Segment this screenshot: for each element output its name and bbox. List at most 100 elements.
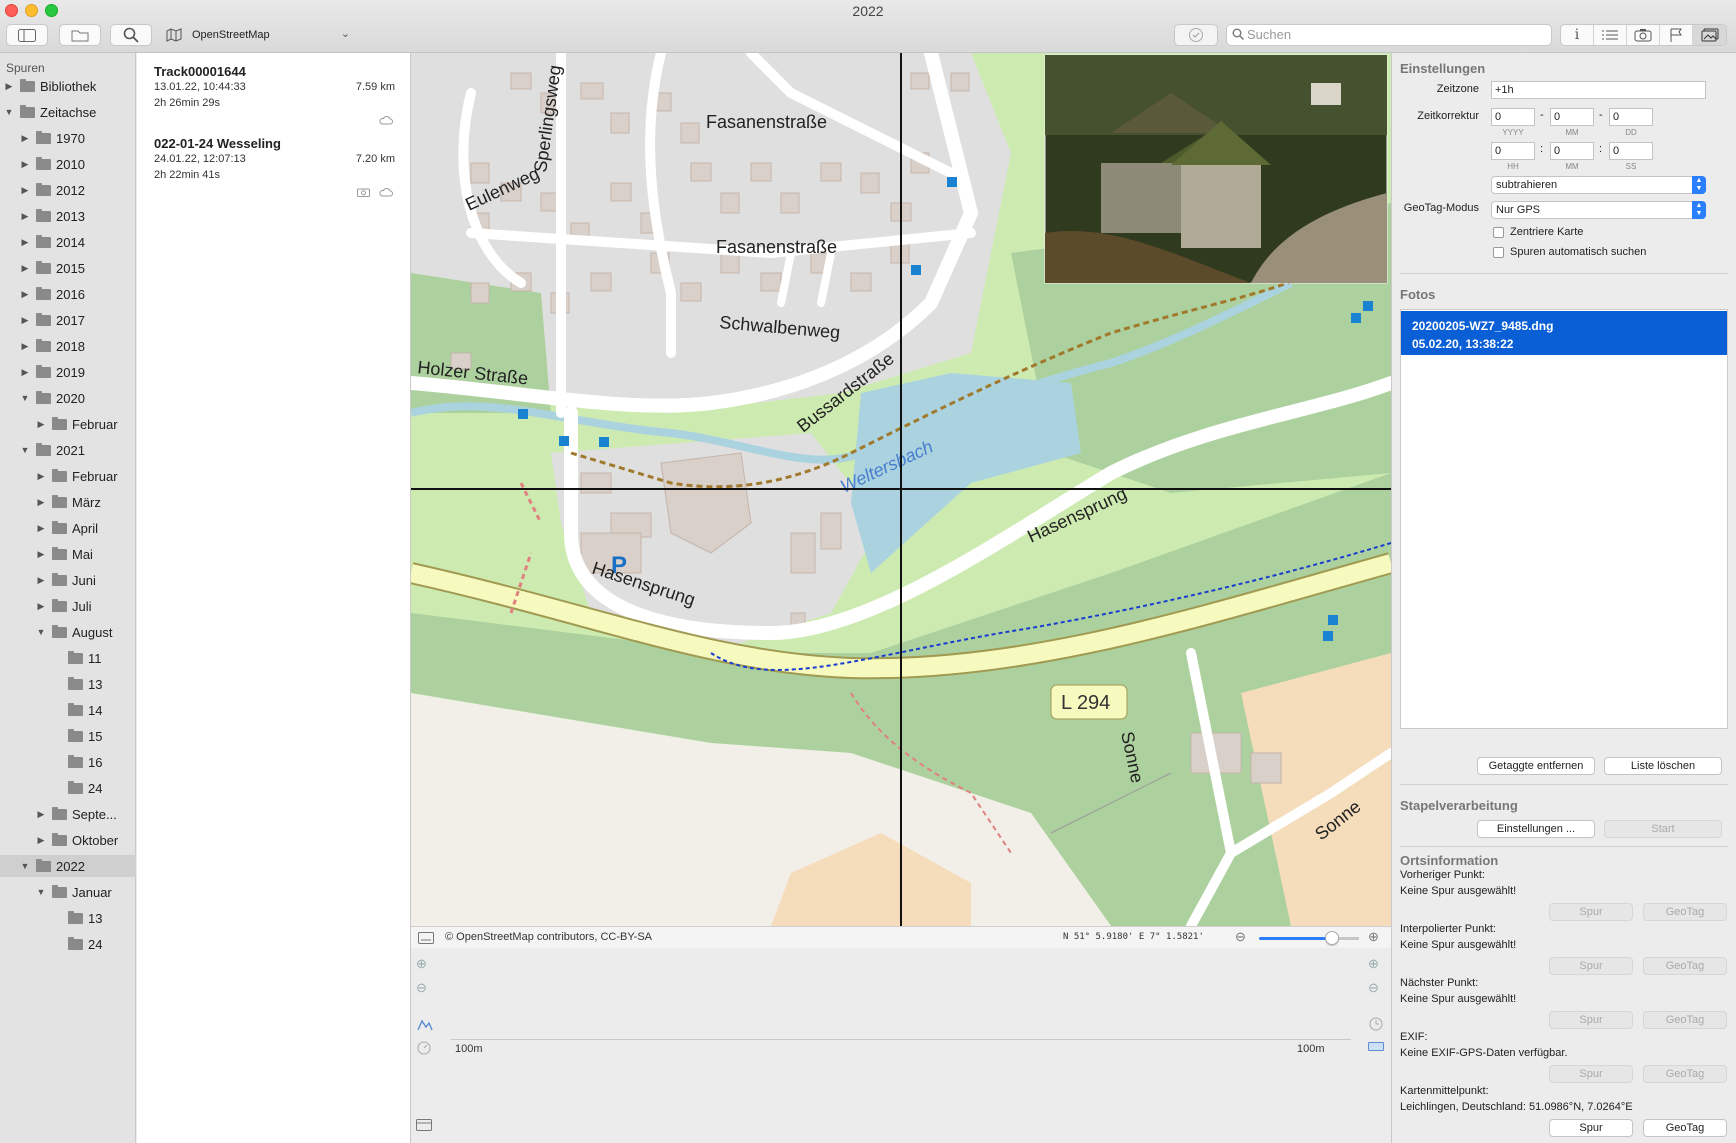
disclosure-closed-icon[interactable]: ▶ xyxy=(4,81,14,92)
sidebar-item[interactable]: ▶ Bibliothek xyxy=(0,75,136,97)
camera-button[interactable] xyxy=(1627,25,1660,45)
track-item[interactable]: 022-01-24 Wesseling 24.01.22, 12:07:13 2… xyxy=(137,133,411,199)
sidebar-item[interactable]: 13 xyxy=(0,673,136,695)
auto-search-checkbox[interactable]: Spuren automatisch suchen xyxy=(1493,246,1646,258)
sidebar-item[interactable]: ▶ April xyxy=(0,517,136,539)
center-map-checkbox[interactable]: Zentriere Karte xyxy=(1493,226,1583,238)
disclosure-open-icon[interactable]: ▼ xyxy=(20,861,30,871)
disclosure-open-icon[interactable]: ▼ xyxy=(4,107,14,117)
batch-start-button[interactable]: Start xyxy=(1604,820,1722,838)
photo-view-button[interactable] xyxy=(1693,25,1726,45)
geotag-button[interactable]: GeoTag xyxy=(1643,1065,1727,1083)
info-button[interactable]: i xyxy=(1561,25,1594,45)
sidebar-item[interactable]: ▶ Juni xyxy=(0,569,136,591)
map-view[interactable]: P Fasanenstraße Fasanenstraße Sperlingsw… xyxy=(411,53,1391,926)
disclosure-closed-icon[interactable]: ▶ xyxy=(36,523,46,534)
sidebar-item[interactable]: ▶ 2017 xyxy=(0,309,136,331)
track-button[interactable]: Spur xyxy=(1549,903,1633,921)
search-button[interactable] xyxy=(110,24,152,46)
sidebar-item[interactable]: 24 xyxy=(0,933,136,955)
disclosure-closed-icon[interactable]: ▶ xyxy=(20,185,30,196)
zoom-out-icon[interactable]: ⊖ xyxy=(1235,929,1246,945)
geotag-mode-select[interactable]: Nur GPS ▲ ▼ xyxy=(1491,201,1706,219)
remove-tagged-button[interactable]: Getaggte entfernen xyxy=(1477,757,1595,775)
sidebar-item[interactable]: ▶ 2016 xyxy=(0,283,136,305)
track-button[interactable]: Spur xyxy=(1549,1011,1633,1029)
geotag-button[interactable]: GeoTag xyxy=(1643,1119,1727,1137)
sidebar-item[interactable]: ▶ Juli xyxy=(0,595,136,617)
disclosure-closed-icon[interactable]: ▶ xyxy=(20,237,30,248)
zoom-in-icon[interactable]: ⊕ xyxy=(416,956,427,972)
day-field[interactable]: 0 xyxy=(1609,108,1653,126)
geotag-button[interactable]: GeoTag xyxy=(1643,957,1727,975)
map-source-select[interactable]: OpenStreetMap ⌄ xyxy=(162,24,358,46)
disclosure-closed-icon[interactable]: ▶ xyxy=(36,601,46,612)
sidebar-item[interactable]: ▶ 2010 xyxy=(0,153,136,175)
disclosure-closed-icon[interactable]: ▶ xyxy=(36,497,46,508)
sidebar-item[interactable]: ▼ 2022 xyxy=(0,855,136,877)
speed-icon[interactable] xyxy=(417,1041,431,1055)
track-button[interactable]: Spur xyxy=(1549,1065,1633,1083)
disclosure-closed-icon[interactable]: ▶ xyxy=(20,263,30,274)
geotag-button[interactable]: GeoTag xyxy=(1643,1011,1727,1029)
sidebar-item[interactable]: ▶ Mai xyxy=(0,543,136,565)
photo-list[interactable]: 20200205-WZ7_9485.dng 05.02.20, 13:38:22 xyxy=(1400,309,1728,729)
minute-field[interactable]: 0 xyxy=(1550,142,1594,160)
sidebar-item[interactable]: ▶ 2013 xyxy=(0,205,136,227)
disclosure-closed-icon[interactable]: ▶ xyxy=(20,211,30,222)
track-button[interactable]: Spur xyxy=(1549,1119,1633,1137)
sidebar-item[interactable]: ▶ Februar xyxy=(0,413,136,435)
sidebar-item[interactable]: 13 xyxy=(0,907,136,929)
hour-field[interactable]: 0 xyxy=(1491,142,1535,160)
panel-icon[interactable] xyxy=(416,1119,432,1131)
photo-list-item[interactable]: 20200205-WZ7_9485.dng 05.02.20, 13:38:22 xyxy=(1401,311,1727,355)
disclosure-closed-icon[interactable]: ▶ xyxy=(36,809,46,820)
open-folder-button[interactable] xyxy=(59,24,101,46)
sidebar-item[interactable]: ▶ März xyxy=(0,491,136,513)
disclosure-closed-icon[interactable]: ▶ xyxy=(36,549,46,560)
year-field[interactable]: 0 xyxy=(1491,108,1535,126)
operation-select[interactable]: subtrahieren ▲ ▼ xyxy=(1491,176,1706,194)
list-button[interactable] xyxy=(1594,25,1627,45)
zoom-in-icon[interactable]: ⊕ xyxy=(1368,956,1379,972)
disclosure-closed-icon[interactable]: ▶ xyxy=(36,575,46,586)
sidebar-item[interactable]: 14 xyxy=(0,699,136,721)
sidebar-item[interactable]: ▶ 2018 xyxy=(0,335,136,357)
disclosure-closed-icon[interactable]: ▶ xyxy=(36,419,46,430)
flag-button[interactable] xyxy=(1660,25,1693,45)
ruler-icon[interactable] xyxy=(1368,1042,1384,1052)
zoom-out-icon[interactable]: ⊖ xyxy=(1368,980,1379,996)
disclosure-closed-icon[interactable]: ▶ xyxy=(20,341,30,352)
search-input[interactable]: Suchen xyxy=(1226,24,1552,46)
sidebar-item[interactable]: 16 xyxy=(0,751,136,773)
sidebar-item[interactable]: ▶ Septe... xyxy=(0,803,136,825)
sidebar-item[interactable]: ▶ Februar xyxy=(0,465,136,487)
photo-preview[interactable] xyxy=(1044,54,1388,284)
sidebar-item[interactable]: ▶ 1970 xyxy=(0,127,136,149)
disclosure-closed-icon[interactable]: ▶ xyxy=(20,159,30,170)
geotag-action-button[interactable] xyxy=(1174,24,1218,46)
sidebar-item[interactable]: ▶ Oktober xyxy=(0,829,136,851)
layers-icon[interactable] xyxy=(418,932,434,944)
disclosure-open-icon[interactable]: ▼ xyxy=(36,887,46,897)
sidebar-item[interactable]: ▼ 2021 xyxy=(0,439,136,461)
disclosure-closed-icon[interactable]: ▶ xyxy=(20,133,30,144)
sidebar-item[interactable]: ▼ Zeitachse xyxy=(0,101,136,123)
track-item[interactable]: Track00001644 13.01.22, 10:44:33 2h 26mi… xyxy=(137,61,411,127)
disclosure-closed-icon[interactable]: ▶ xyxy=(20,367,30,378)
disclosure-closed-icon[interactable]: ▶ xyxy=(36,471,46,482)
disclosure-open-icon[interactable]: ▼ xyxy=(20,393,30,403)
sidebar-toggle-button[interactable] xyxy=(6,24,48,46)
disclosure-closed-icon[interactable]: ▶ xyxy=(20,315,30,326)
zoom-slider-knob[interactable] xyxy=(1325,931,1339,945)
clear-list-button[interactable]: Liste löschen xyxy=(1604,757,1722,775)
timezone-field[interactable]: +1h xyxy=(1491,81,1706,99)
zoom-in-icon[interactable]: ⊕ xyxy=(1368,929,1379,945)
zoom-out-icon[interactable]: ⊖ xyxy=(416,980,427,996)
sidebar-item[interactable]: ▼ August xyxy=(0,621,136,643)
sidebar-item[interactable]: ▶ 2012 xyxy=(0,179,136,201)
disclosure-closed-icon[interactable]: ▶ xyxy=(20,289,30,300)
track-button[interactable]: Spur xyxy=(1549,957,1633,975)
sidebar-item[interactable]: 11 xyxy=(0,647,136,669)
batch-settings-button[interactable]: Einstellungen ... xyxy=(1477,820,1595,838)
